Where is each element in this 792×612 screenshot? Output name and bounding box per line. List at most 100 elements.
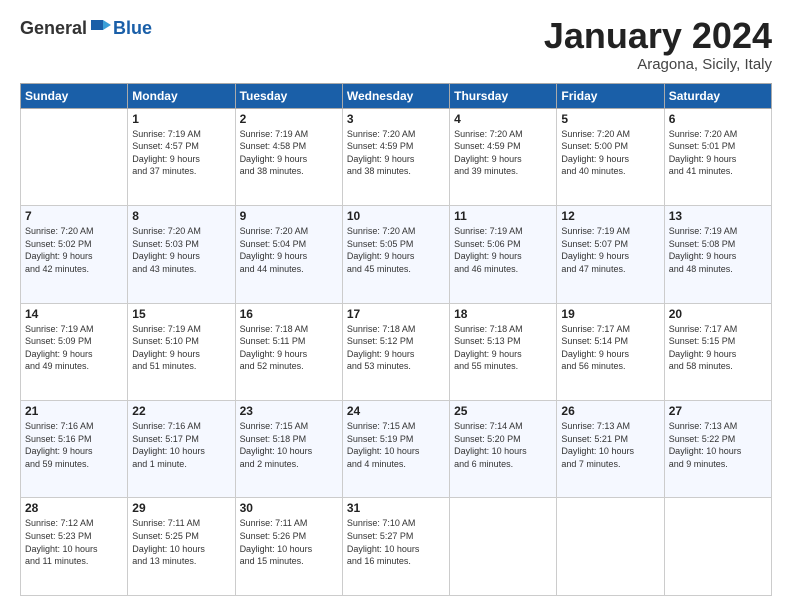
day-info: Sunrise: 7:20 AM Sunset: 5:00 PM Dayligh… bbox=[561, 128, 659, 178]
logo-area: General Blue bbox=[20, 16, 152, 40]
calendar-cell bbox=[664, 498, 771, 596]
calendar-cell: 2 Sunrise: 7:19 AM Sunset: 4:58 PM Daylig… bbox=[235, 108, 342, 205]
calendar-week-row: 14Sunrise: 7:19 AM Sunset: 5:09 PM Dayli… bbox=[21, 303, 772, 400]
day-info: Sunrise: 7:16 AM Sunset: 5:16 PM Dayligh… bbox=[25, 420, 123, 470]
calendar-cell: 18 Sunrise: 7:18 AM Sunset: 5:13 PM Dayli… bbox=[450, 303, 557, 400]
calendar-cell: 6 Sunrise: 7:20 AM Sunset: 5:01 PM Daylig… bbox=[664, 108, 771, 205]
day-info: Sunrise: 7:11 AM Sunset: 5:25 PM Dayligh… bbox=[132, 517, 230, 567]
day-info: Sunrise: 7:16 AM Sunset: 5:17 PM Dayligh… bbox=[132, 420, 230, 470]
logo-text-general: General bbox=[20, 18, 87, 39]
day-info: Sunrise: 7:12 AM Sunset: 5:23 PM Dayligh… bbox=[25, 517, 123, 567]
day-info: Sunrise: 7:14 AM Sunset: 5:20 PM Dayligh… bbox=[454, 420, 552, 470]
day-info: Sunrise: 7:17 AM Sunset: 5:14 PM Dayligh… bbox=[561, 323, 659, 373]
day-number: 15 bbox=[132, 307, 230, 321]
column-header-thursday: Thursday bbox=[450, 83, 557, 108]
calendar-cell bbox=[21, 108, 128, 205]
day-info: Sunrise: 7:19 AM Sunset: 5:06 PM Dayligh… bbox=[454, 225, 552, 275]
calendar-cell: 8 Sunrise: 7:20 AM Sunset: 5:03 PM Daylig… bbox=[128, 206, 235, 303]
day-info: Sunrise: 7:19 AM Sunset: 5:09 PM Dayligh… bbox=[25, 323, 123, 373]
day-number: 24 bbox=[347, 404, 445, 418]
calendar-cell: 19 Sunrise: 7:17 AM Sunset: 5:14 PM Dayli… bbox=[557, 303, 664, 400]
day-info: Sunrise: 7:20 AM Sunset: 5:01 PM Dayligh… bbox=[669, 128, 767, 178]
day-info: Sunrise: 7:10 AM Sunset: 5:27 PM Dayligh… bbox=[347, 517, 445, 567]
logo-text-blue: Blue bbox=[113, 18, 152, 39]
day-info: Sunrise: 7:20 AM Sunset: 5:05 PM Dayligh… bbox=[347, 225, 445, 275]
day-number: 13 bbox=[669, 209, 767, 223]
calendar-cell: 25 Sunrise: 7:14 AM Sunset: 5:20 PM Dayli… bbox=[450, 401, 557, 498]
calendar-cell bbox=[450, 498, 557, 596]
day-number: 18 bbox=[454, 307, 552, 321]
day-number: 9 bbox=[240, 209, 338, 223]
day-number: 21 bbox=[25, 404, 123, 418]
day-number: 25 bbox=[454, 404, 552, 418]
calendar-table: SundayMondayTuesdayWednesdayThursdayFrid… bbox=[20, 83, 772, 596]
calendar-cell: 7 Sunrise: 7:20 AM Sunset: 5:02 PM Daylig… bbox=[21, 206, 128, 303]
calendar-cell: 21 Sunrise: 7:16 AM Sunset: 5:16 PM Dayli… bbox=[21, 401, 128, 498]
day-info: Sunrise: 7:19 AM Sunset: 5:07 PM Dayligh… bbox=[561, 225, 659, 275]
calendar-week-row: 7 Sunrise: 7:20 AM Sunset: 5:02 PM Daylig… bbox=[21, 206, 772, 303]
day-info: Sunrise: 7:13 AM Sunset: 5:22 PM Dayligh… bbox=[669, 420, 767, 470]
day-info: Sunrise: 7:18 AM Sunset: 5:13 PM Dayligh… bbox=[454, 323, 552, 373]
calendar-cell bbox=[557, 498, 664, 596]
day-number: 30 bbox=[240, 501, 338, 515]
calendar-week-row: 28Sunrise: 7:12 AM Sunset: 5:23 PM Dayli… bbox=[21, 498, 772, 596]
day-info: Sunrise: 7:17 AM Sunset: 5:15 PM Dayligh… bbox=[669, 323, 767, 373]
calendar-cell: 23 Sunrise: 7:15 AM Sunset: 5:18 PM Dayli… bbox=[235, 401, 342, 498]
day-info: Sunrise: 7:19 AM Sunset: 5:08 PM Dayligh… bbox=[669, 225, 767, 275]
day-number: 31 bbox=[347, 501, 445, 515]
day-info: Sunrise: 7:18 AM Sunset: 5:11 PM Dayligh… bbox=[240, 323, 338, 373]
calendar-cell: 30 Sunrise: 7:11 AM Sunset: 5:26 PM Dayli… bbox=[235, 498, 342, 596]
calendar-cell: 13 Sunrise: 7:19 AM Sunset: 5:08 PM Dayli… bbox=[664, 206, 771, 303]
day-number: 17 bbox=[347, 307, 445, 321]
day-number: 11 bbox=[454, 209, 552, 223]
day-info: Sunrise: 7:18 AM Sunset: 5:12 PM Dayligh… bbox=[347, 323, 445, 373]
day-info: Sunrise: 7:15 AM Sunset: 5:18 PM Dayligh… bbox=[240, 420, 338, 470]
calendar-cell: 29Sunrise: 7:11 AM Sunset: 5:25 PM Dayli… bbox=[128, 498, 235, 596]
calendar-cell: 9 Sunrise: 7:20 AM Sunset: 5:04 PM Daylig… bbox=[235, 206, 342, 303]
day-info: Sunrise: 7:20 AM Sunset: 5:04 PM Dayligh… bbox=[240, 225, 338, 275]
column-header-sunday: Sunday bbox=[21, 83, 128, 108]
page: General Blue January 2024 Aragona, Sicil… bbox=[0, 0, 792, 612]
subtitle: Aragona, Sicily, Italy bbox=[544, 56, 772, 73]
header: General Blue January 2024 Aragona, Sicil… bbox=[20, 16, 772, 73]
calendar-cell: 31 Sunrise: 7:10 AM Sunset: 5:27 PM Dayli… bbox=[342, 498, 449, 596]
calendar-cell: 26Sunrise: 7:13 AM Sunset: 5:21 PM Dayli… bbox=[557, 401, 664, 498]
day-info: Sunrise: 7:19 AM Sunset: 5:10 PM Dayligh… bbox=[132, 323, 230, 373]
month-title: January 2024 bbox=[544, 16, 772, 56]
day-info: Sunrise: 7:11 AM Sunset: 5:26 PM Dayligh… bbox=[240, 517, 338, 567]
calendar-cell: 12 Sunrise: 7:19 AM Sunset: 5:07 PM Dayli… bbox=[557, 206, 664, 303]
day-number: 16 bbox=[240, 307, 338, 321]
column-header-tuesday: Tuesday bbox=[235, 83, 342, 108]
day-info: Sunrise: 7:20 AM Sunset: 4:59 PM Dayligh… bbox=[347, 128, 445, 178]
day-number: 19 bbox=[561, 307, 659, 321]
calendar-week-row: 21 Sunrise: 7:16 AM Sunset: 5:16 PM Dayli… bbox=[21, 401, 772, 498]
column-header-monday: Monday bbox=[128, 83, 235, 108]
day-number: 20 bbox=[669, 307, 767, 321]
calendar-cell: 20 Sunrise: 7:17 AM Sunset: 5:15 PM Dayli… bbox=[664, 303, 771, 400]
day-info: Sunrise: 7:20 AM Sunset: 4:59 PM Dayligh… bbox=[454, 128, 552, 178]
day-info: Sunrise: 7:20 AM Sunset: 5:03 PM Dayligh… bbox=[132, 225, 230, 275]
calendar-cell: 16 Sunrise: 7:18 AM Sunset: 5:11 PM Dayli… bbox=[235, 303, 342, 400]
calendar-cell: 14Sunrise: 7:19 AM Sunset: 5:09 PM Dayli… bbox=[21, 303, 128, 400]
calendar-cell: 10 Sunrise: 7:20 AM Sunset: 5:05 PM Dayli… bbox=[342, 206, 449, 303]
calendar-cell: 11 Sunrise: 7:19 AM Sunset: 5:06 PM Dayli… bbox=[450, 206, 557, 303]
calendar-cell: 5Sunrise: 7:20 AM Sunset: 5:00 PM Daylig… bbox=[557, 108, 664, 205]
day-number: 2 bbox=[240, 112, 338, 126]
day-number: 12 bbox=[561, 209, 659, 223]
day-number: 4 bbox=[454, 112, 552, 126]
day-number: 23 bbox=[240, 404, 338, 418]
day-info: Sunrise: 7:13 AM Sunset: 5:21 PM Dayligh… bbox=[561, 420, 659, 470]
logo: General Blue bbox=[20, 16, 152, 40]
calendar-cell: 22Sunrise: 7:16 AM Sunset: 5:17 PM Dayli… bbox=[128, 401, 235, 498]
day-number: 7 bbox=[25, 209, 123, 223]
day-info: Sunrise: 7:19 AM Sunset: 4:58 PM Dayligh… bbox=[240, 128, 338, 178]
day-number: 6 bbox=[669, 112, 767, 126]
day-number: 27 bbox=[669, 404, 767, 418]
day-number: 10 bbox=[347, 209, 445, 223]
logo-flag-icon bbox=[89, 16, 113, 40]
calendar-cell: 27 Sunrise: 7:13 AM Sunset: 5:22 PM Dayli… bbox=[664, 401, 771, 498]
day-number: 8 bbox=[132, 209, 230, 223]
day-info: Sunrise: 7:19 AM Sunset: 4:57 PM Dayligh… bbox=[132, 128, 230, 178]
day-info: Sunrise: 7:20 AM Sunset: 5:02 PM Dayligh… bbox=[25, 225, 123, 275]
calendar-week-row: 1Sunrise: 7:19 AM Sunset: 4:57 PM Daylig… bbox=[21, 108, 772, 205]
